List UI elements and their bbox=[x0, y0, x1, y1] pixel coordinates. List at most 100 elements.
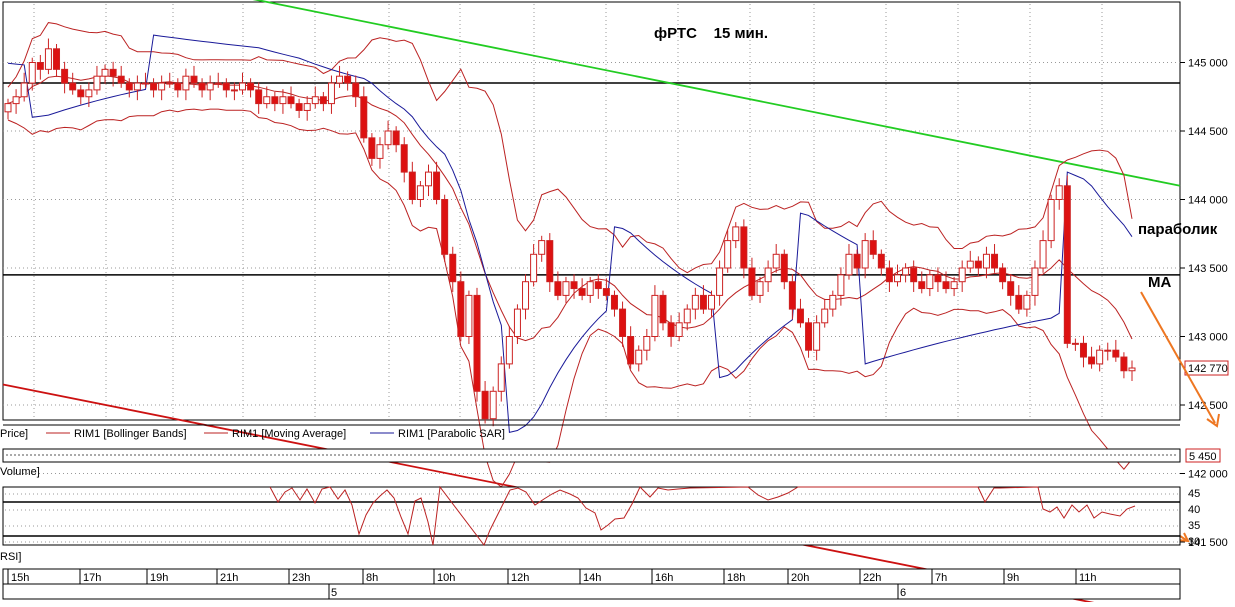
candle-body bbox=[125, 82, 133, 91]
candle-body bbox=[1128, 367, 1136, 372]
candle-body bbox=[1007, 281, 1015, 296]
rsi-tick-45: 45 bbox=[1188, 488, 1200, 500]
rsi-tick-35: 35 bbox=[1188, 520, 1200, 532]
candle-body bbox=[885, 267, 893, 283]
candle-body bbox=[780, 253, 788, 283]
price-tick-label: 143 000 bbox=[1188, 332, 1228, 344]
candle-body bbox=[222, 82, 230, 91]
candle-body bbox=[206, 82, 214, 91]
time-label: 12h bbox=[511, 572, 529, 584]
candle-body bbox=[991, 253, 999, 269]
time-label: 23h bbox=[292, 572, 310, 584]
legend-label-bollinger: RIM1 [Bollinger Bands] bbox=[74, 428, 187, 440]
candle-body bbox=[942, 281, 950, 290]
candle-body bbox=[408, 171, 416, 201]
candle-body bbox=[950, 281, 958, 290]
candle-body bbox=[230, 89, 238, 92]
candle-body bbox=[497, 363, 505, 392]
chart-svg: 146 500146 000145 500145 000144 500144 0… bbox=[0, 0, 1229, 607]
candle-body bbox=[457, 281, 465, 338]
candle-body bbox=[376, 144, 384, 159]
candle-body bbox=[699, 294, 707, 310]
candle-body bbox=[360, 96, 368, 139]
candle-body bbox=[893, 274, 901, 283]
price-tick-label: 145 000 bbox=[1188, 58, 1228, 70]
candle-body bbox=[1112, 349, 1120, 358]
price-panel-frame bbox=[2, 1, 1181, 421]
candle-body bbox=[530, 253, 538, 283]
chart-title: фРТС 15 мин. bbox=[654, 25, 768, 42]
candle-body bbox=[522, 281, 530, 310]
candle-body bbox=[861, 240, 869, 269]
time-label: 20h bbox=[791, 572, 809, 584]
time-label: 9h bbox=[1007, 572, 1019, 584]
candle-body bbox=[934, 274, 942, 283]
last-price-label: 142 770 bbox=[1188, 363, 1228, 375]
candle-body bbox=[1039, 240, 1047, 269]
candle-body bbox=[732, 226, 740, 242]
candle-body bbox=[311, 96, 319, 105]
price-tick-label: 143 500 bbox=[1188, 263, 1228, 275]
candle-body bbox=[166, 82, 174, 85]
candle-body bbox=[69, 82, 77, 91]
candle-body bbox=[384, 130, 392, 146]
candle-body bbox=[813, 322, 821, 351]
candle-body bbox=[255, 89, 263, 105]
candle-body bbox=[295, 103, 303, 111]
candle-body bbox=[635, 349, 643, 365]
rsi-tick-30: 30 bbox=[1188, 536, 1200, 548]
candle-body bbox=[659, 294, 667, 324]
candle-body bbox=[796, 308, 804, 324]
candle-body bbox=[336, 75, 344, 84]
ma-annotation: MA bbox=[1148, 274, 1171, 291]
candle-body bbox=[918, 281, 926, 290]
candle-body bbox=[821, 308, 829, 324]
candle-body bbox=[837, 274, 845, 296]
candle-body bbox=[586, 281, 594, 296]
candle-body bbox=[424, 171, 432, 187]
candle-body bbox=[869, 240, 877, 255]
price-tick-label: 142 000 bbox=[1188, 469, 1228, 481]
price-tick-label: 145 500 bbox=[1188, 0, 1228, 1]
candle-body bbox=[594, 281, 602, 290]
time-label: 16h bbox=[655, 572, 673, 584]
candle-body bbox=[740, 226, 748, 269]
legend-label-moving-average: RIM1 [Moving Average] bbox=[232, 428, 346, 440]
candle-body bbox=[36, 62, 44, 70]
candle-body bbox=[53, 48, 61, 70]
candle-body bbox=[433, 171, 441, 201]
candle-body bbox=[4, 103, 12, 113]
candle-body bbox=[926, 274, 934, 290]
candle-body bbox=[85, 89, 93, 98]
candle-body bbox=[1055, 185, 1063, 201]
candle-body bbox=[805, 322, 813, 351]
candle-body bbox=[902, 267, 910, 276]
candle-body bbox=[602, 288, 610, 296]
legend-item-bollinger: RIM1 [Bollinger Bands] bbox=[46, 428, 187, 440]
candle-body bbox=[1023, 294, 1031, 310]
candle-body bbox=[974, 260, 982, 269]
candle-body bbox=[562, 281, 570, 296]
candle-body bbox=[708, 294, 716, 310]
candle-body bbox=[271, 96, 279, 105]
legend-label-parabolic-sar: RIM1 [Parabolic SAR] bbox=[398, 428, 505, 440]
candle-body bbox=[643, 336, 651, 351]
time-label: 17h bbox=[83, 572, 101, 584]
candle-body bbox=[141, 82, 149, 85]
candle-body bbox=[441, 199, 449, 255]
candle-body bbox=[133, 82, 141, 91]
candle-body bbox=[400, 144, 408, 173]
time-label: 15h bbox=[11, 572, 29, 584]
rsi-tick-40: 40 bbox=[1188, 504, 1200, 516]
candle-body bbox=[546, 240, 554, 283]
time-label: 11h bbox=[1079, 572, 1097, 584]
candle-body bbox=[327, 82, 335, 105]
candle-body bbox=[877, 253, 885, 269]
candle-body bbox=[182, 75, 190, 91]
candle-body bbox=[239, 82, 247, 91]
candle-body bbox=[1015, 294, 1023, 310]
candle-body bbox=[966, 260, 974, 269]
candle-body bbox=[627, 336, 635, 365]
candle-body bbox=[570, 281, 578, 290]
candle-body bbox=[158, 82, 166, 91]
